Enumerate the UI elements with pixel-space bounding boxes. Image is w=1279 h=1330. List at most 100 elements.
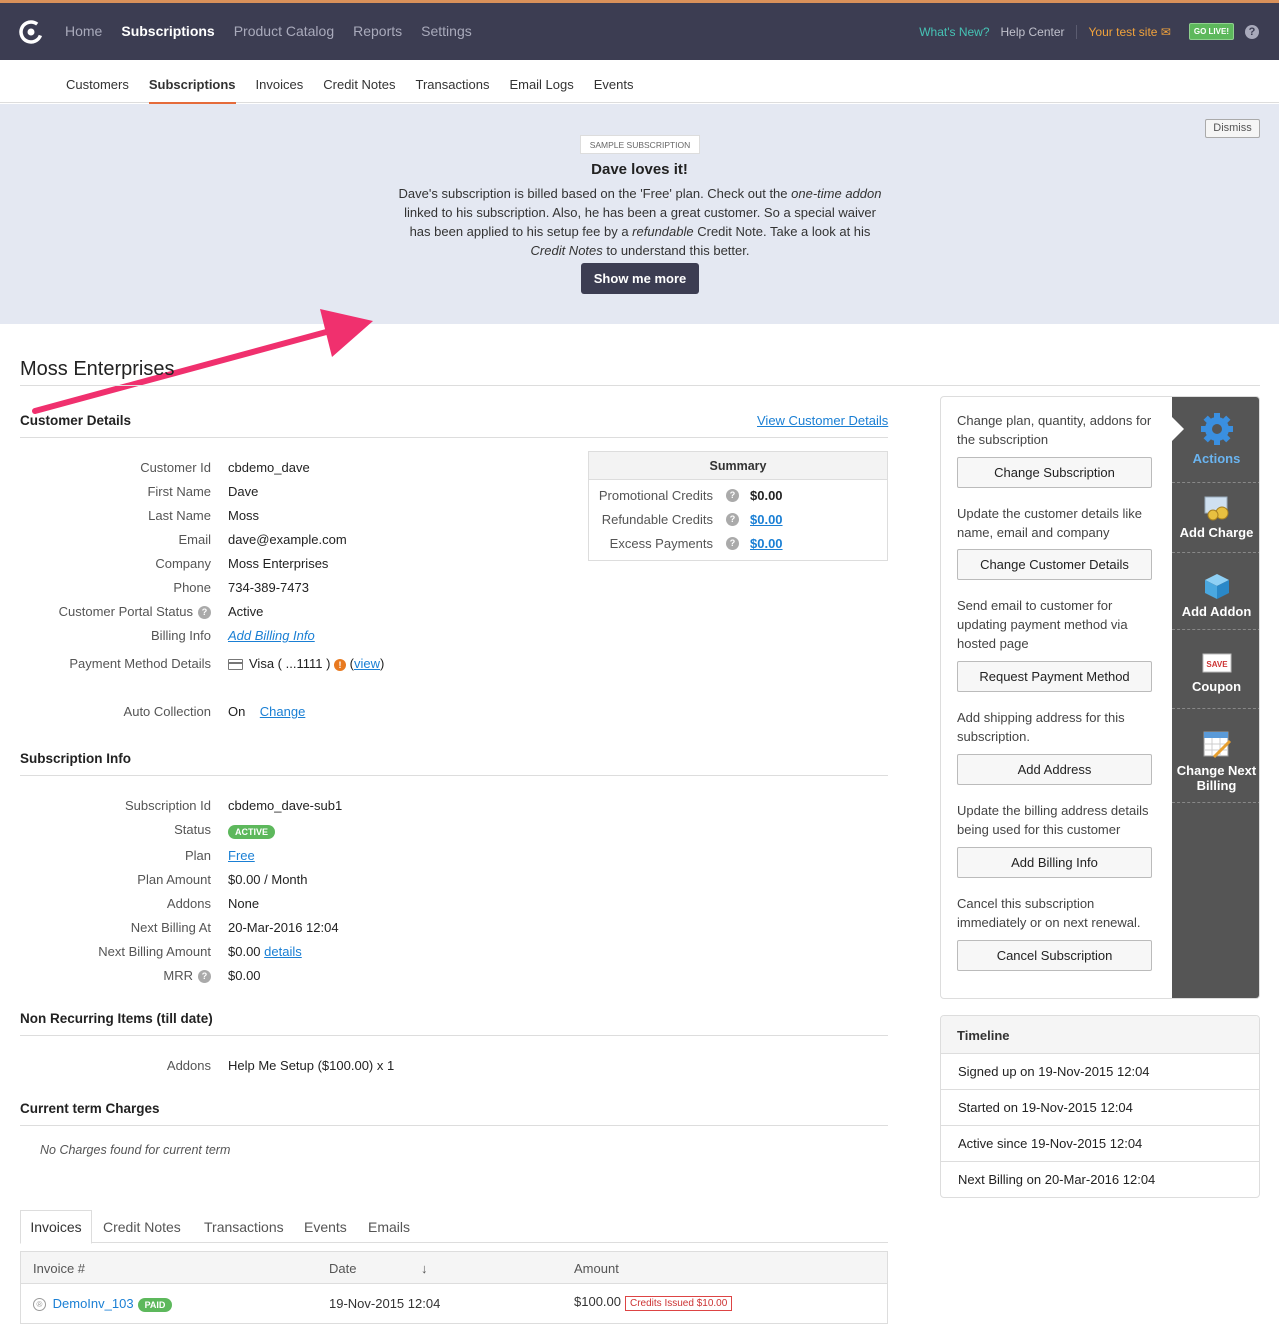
help-icon[interactable]: ? xyxy=(198,970,211,984)
column-header-invoice[interactable]: Invoice # xyxy=(33,1261,85,1276)
tab-credit-notes[interactable]: Credit Notes xyxy=(103,1219,181,1235)
subnav-transactions[interactable]: Transactions xyxy=(416,77,490,104)
help-icon[interactable]: ? xyxy=(726,537,739,550)
invoice-amount-cell: $100.00 Credits Issued $10.00 xyxy=(574,1294,733,1311)
sample-subscription-banner: SAMPLE SUBSCRIPTION Dave loves it! Dave'… xyxy=(0,104,1279,414)
invoice-link[interactable]: DemoInv_103 xyxy=(53,1296,134,1311)
nav-settings[interactable]: Settings xyxy=(421,23,472,39)
whats-new-link[interactable]: What's New? xyxy=(919,25,989,39)
divider xyxy=(20,1035,888,1036)
site-name: Your test site xyxy=(1088,24,1158,39)
banner-desc-emphasis: one-time addon xyxy=(791,186,882,201)
summary-value-link[interactable]: $0.00 xyxy=(750,512,783,527)
help-center-link[interactable]: Help Center xyxy=(1001,24,1077,39)
table-row[interactable]: ® DemoInv_103 PAID 19-Nov-2015 12:04 $100… xyxy=(21,1284,887,1324)
email-label: Email xyxy=(178,532,211,547)
go-live-button[interactable]: GO LIVE! xyxy=(1188,23,1234,40)
add-billing-info-button[interactable]: Add Billing Info xyxy=(957,847,1152,878)
help-icon[interactable]: ? xyxy=(726,513,739,526)
sidebar-label: Add Addon xyxy=(1181,604,1252,619)
subscription-info-heading: Subscription Info xyxy=(20,751,131,766)
help-icon[interactable]: ? xyxy=(198,606,211,620)
column-header-amount[interactable]: Amount xyxy=(574,1261,619,1276)
nav-product-catalog[interactable]: Product Catalog xyxy=(234,23,334,39)
active-pointer xyxy=(1172,417,1184,441)
add-address-button[interactable]: Add Address xyxy=(957,754,1152,785)
plan-link[interactable]: Free xyxy=(228,848,255,863)
subnav-events[interactable]: Events xyxy=(594,77,634,104)
action-description: Cancel this subscription immediately or … xyxy=(957,896,1141,930)
sidebar-label: Actions xyxy=(1192,451,1241,466)
view-payment-link[interactable]: view xyxy=(354,656,380,671)
portal-status-label: Customer Portal Status xyxy=(58,604,193,619)
site-switcher[interactable]: Your test site ✉ xyxy=(1089,25,1171,39)
cube-icon xyxy=(1204,574,1229,599)
help-icon[interactable]: ? xyxy=(726,489,739,502)
sidebar-label: Coupon xyxy=(1191,679,1242,694)
request-payment-method-button[interactable]: Request Payment Method xyxy=(957,661,1152,692)
tab-transactions[interactable]: Transactions xyxy=(204,1219,284,1235)
sidebar-item-coupon[interactable]: SAVE Coupon xyxy=(1172,651,1259,709)
subscription-id-value: cbdemo_dave-sub1 xyxy=(228,798,343,813)
mrr-value: $0.00 xyxy=(228,968,261,983)
card-text: Visa ( ...1111 ) xyxy=(249,656,331,671)
tab-emails[interactable]: Emails xyxy=(368,1219,410,1235)
next-billing-label: Next Billing At xyxy=(130,920,211,935)
view-customer-details-link[interactable]: View Customer Details xyxy=(757,413,888,428)
subnav-credit-notes[interactable]: Credit Notes xyxy=(323,77,395,104)
invoice-table: Invoice # Date ↓ Amount ® DemoInv_103 PAI… xyxy=(20,1251,888,1324)
warning-icon[interactable]: ! xyxy=(334,658,347,671)
subnav-email-logs[interactable]: Email Logs xyxy=(509,77,573,104)
sidebar-item-add-addon[interactable]: Add Addon xyxy=(1172,572,1259,630)
subnav-invoices[interactable]: Invoices xyxy=(256,77,304,104)
first-name-label: First Name xyxy=(147,484,211,499)
column-header-date[interactable]: Date xyxy=(329,1261,356,1276)
status-badge: ACTIVE xyxy=(228,825,276,839)
dismiss-button[interactable]: Dismiss xyxy=(1205,119,1260,138)
sort-arrow-icon[interactable]: ↓ xyxy=(421,1261,428,1276)
change-customer-details-button[interactable]: Change Customer Details xyxy=(957,549,1152,580)
summary-value-link[interactable]: $0.00 xyxy=(750,536,783,551)
action-description: Send email to customer for updating paym… xyxy=(957,598,1128,651)
history-tabs: Invoices Credit Notes Transactions Event… xyxy=(20,1210,888,1244)
payment-method-label: Payment Method Details xyxy=(69,656,211,671)
nav-home[interactable]: Home xyxy=(65,23,102,39)
chargebee-logo-icon[interactable] xyxy=(19,20,43,44)
sidebar-item-add-charge[interactable]: Add Charge xyxy=(1172,495,1259,553)
cancel-subscription-button[interactable]: Cancel Subscription xyxy=(957,940,1152,971)
banner-desc-text: Credit Note. Take a look at his xyxy=(693,224,871,239)
show-me-more-button[interactable]: Show me more xyxy=(581,263,699,294)
banner-description: Dave's subscription is billed based on t… xyxy=(394,184,886,260)
banner-desc-text: to understand this better. xyxy=(602,243,750,258)
subnav-customers[interactable]: Customers xyxy=(66,77,129,104)
credit-card-icon xyxy=(228,659,243,671)
tab-invoices[interactable]: Invoices xyxy=(20,1210,92,1244)
plan-label: Plan xyxy=(184,848,211,863)
details-link[interactable]: details xyxy=(264,944,302,959)
phone-label: Phone xyxy=(173,580,211,595)
portal-status-value: Active xyxy=(228,604,264,619)
tab-events[interactable]: Events xyxy=(304,1219,347,1235)
envelope-icon: ✉ xyxy=(1160,24,1171,39)
nav-subscriptions[interactable]: Subscriptions xyxy=(121,23,214,39)
sidebar-item-change-next-billing[interactable]: Change Next Billing xyxy=(1172,729,1259,803)
change-auto-collection-link[interactable]: Change xyxy=(260,704,306,719)
recurring-icon: ® xyxy=(33,1298,46,1312)
add-billing-info-link[interactable]: Add Billing Info xyxy=(228,628,315,643)
change-subscription-button[interactable]: Change Subscription xyxy=(957,457,1152,488)
customer-details-heading: Customer Details xyxy=(20,413,132,428)
sidebar-label: Add Charge xyxy=(1179,525,1254,540)
summary-box: Summary Promotional Credits ? $0.00 Refu… xyxy=(588,451,888,561)
invoice-cell: ® DemoInv_103 PAID xyxy=(33,1296,173,1312)
actions-list: Change plan, quantity, addons for the su… xyxy=(941,397,1173,998)
customer-id-label: Customer Id xyxy=(140,460,211,475)
sidebar-item-actions[interactable]: Actions xyxy=(1172,411,1259,483)
nav-reports[interactable]: Reports xyxy=(353,23,402,39)
auto-collection-value: On Change xyxy=(228,704,305,719)
next-billing-amount-label: Next Billing Amount xyxy=(98,944,211,959)
subnav-subscriptions[interactable]: Subscriptions xyxy=(148,77,236,104)
help-icon[interactable]: ? xyxy=(1245,24,1259,39)
addons-value: None xyxy=(228,896,260,911)
timeline-panel: Timeline Signed up on 19-Nov-2015 12:04 … xyxy=(940,1015,1260,1198)
non-recurring-heading: Non Recurring Items (till date) xyxy=(20,1011,213,1026)
